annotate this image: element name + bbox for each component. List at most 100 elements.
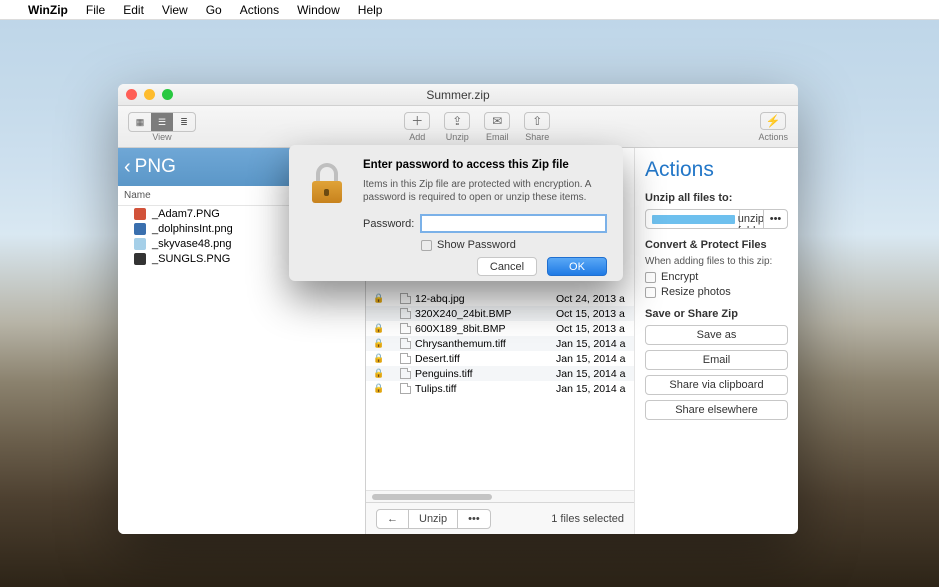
lock-icon: 🔒 [372, 323, 386, 334]
unzip-button[interactable]: ← Unzip ••• [376, 509, 491, 529]
toolbar-share[interactable]: ⇧ Share [524, 112, 550, 142]
share-elsewhere-label: Share elsewhere [675, 404, 758, 416]
window-controls [126, 89, 173, 100]
menu-file[interactable]: File [86, 3, 105, 17]
more-icon[interactable]: ••• [763, 210, 787, 228]
password-dialog: Enter password to access this Zip file I… [289, 145, 623, 281]
folder-icon [652, 215, 735, 224]
share-clipboard-label: Share via clipboard [669, 379, 763, 391]
toolbar-email[interactable]: ✉ Email [484, 112, 510, 142]
menu-view[interactable]: View [162, 3, 188, 17]
email-button[interactable]: Email [645, 350, 788, 370]
view-icon-columns[interactable]: ≣ [173, 113, 195, 132]
table-row[interactable]: 🔒600X189_8bit.BMPOct 15, 2013 a [366, 321, 634, 336]
file-name: 600X189_8bit.BMP [415, 323, 556, 335]
table-row[interactable]: 🔒12-abq.jpgOct 24, 2013 a [366, 291, 634, 306]
toolbar-unzip-label: Unzip [446, 132, 469, 142]
toolbar-actions[interactable]: ⚡ Actions [758, 112, 788, 142]
horizontal-scrollbar[interactable] [366, 490, 634, 502]
chevron-left-icon[interactable]: ‹ [124, 156, 131, 179]
view-label: View [152, 132, 171, 142]
toolbar-add-label: Add [409, 132, 425, 142]
unzip-button-label: Unzip [408, 510, 457, 528]
thumbnail-icon [134, 238, 146, 250]
unzip-to-label: Unzip all files to: [645, 192, 788, 204]
file-name: Chrysanthemum.tiff [415, 338, 556, 350]
file-name: Desert.tiff [415, 353, 556, 365]
file-date: Jan 15, 2014 a [556, 368, 634, 380]
lock-icon: 🔒 [372, 368, 386, 379]
bottom-bar: ← Unzip ••• 1 files selected [366, 502, 634, 534]
lightning-icon: ⚡ [760, 112, 786, 130]
plus-icon: ＋ [404, 112, 430, 130]
ok-label: OK [569, 261, 585, 273]
menu-help[interactable]: Help [358, 3, 383, 17]
unzip-folder-button[interactable]: Last unzip folder ••• [645, 209, 788, 229]
view-icon-large[interactable]: ▦ [129, 113, 151, 132]
toolbar-unzip[interactable]: ⇪ Unzip [444, 112, 470, 142]
menu-actions[interactable]: Actions [240, 3, 279, 17]
back-arrow-icon: ← [377, 510, 408, 528]
system-menubar: WinZip File Edit View Go Actions Window … [0, 0, 939, 20]
resize-label: Resize photos [661, 286, 731, 298]
share-clipboard-button[interactable]: Share via clipboard [645, 375, 788, 395]
show-password-checkbox[interactable] [421, 240, 432, 251]
document-icon [400, 368, 411, 379]
toolbar-email-label: Email [486, 132, 509, 142]
dialog-title: Enter password to access this Zip file [363, 159, 607, 171]
list-item-label: _skyvase48.png [152, 238, 232, 250]
actions-pane: Actions Unzip all files to: Last unzip f… [634, 148, 798, 534]
encrypt-checkbox[interactable] [645, 272, 656, 283]
toolbar-add[interactable]: ＋ Add [404, 112, 430, 142]
resize-checkbox[interactable] [645, 287, 656, 298]
file-name: Tulips.tiff [415, 383, 556, 395]
view-icon-list[interactable]: ☰ [151, 113, 173, 132]
menu-edit[interactable]: Edit [123, 3, 144, 17]
menu-go[interactable]: Go [206, 3, 222, 17]
selection-status: 1 files selected [551, 513, 624, 525]
email-icon: ✉ [484, 112, 510, 130]
titlebar[interactable]: Summer.zip [118, 84, 798, 106]
lock-icon: 🔒 [372, 293, 386, 304]
table-row[interactable]: 🔒Tulips.tiffJan 15, 2014 a [366, 381, 634, 396]
document-icon [400, 308, 411, 319]
password-input[interactable] [420, 214, 607, 233]
email-label: Email [703, 354, 731, 366]
convert-hint: When adding files to this zip: [645, 256, 788, 267]
document-icon [400, 293, 411, 304]
breadcrumb-label: PNG [135, 156, 176, 178]
thumbnail-icon [134, 223, 146, 235]
app-name[interactable]: WinZip [28, 3, 68, 17]
table-row[interactable]: 🔒 Desert.tiffJan 15, 2014 a [366, 351, 634, 366]
save-as-button[interactable]: Save as [645, 325, 788, 345]
share-elsewhere-button[interactable]: Share elsewhere [645, 400, 788, 420]
file-name: Penguins.tiff [415, 368, 556, 380]
document-icon [400, 383, 411, 394]
cancel-label: Cancel [490, 261, 524, 273]
menu-window[interactable]: Window [297, 3, 340, 17]
file-date: Oct 15, 2013 a [556, 308, 634, 320]
table-row[interactable]: 🔒 Penguins.tiffJan 15, 2014 a [366, 366, 634, 381]
save-as-label: Save as [697, 329, 737, 341]
convert-protect-label: Convert & Protect Files [645, 239, 788, 251]
table-row[interactable]: 🔒Chrysanthemum.tiffJan 15, 2014 a [366, 336, 634, 351]
thumbnail-icon [134, 208, 146, 220]
file-name: 12-abq.jpg [415, 293, 556, 305]
cancel-button[interactable]: Cancel [477, 257, 537, 276]
show-password-label: Show Password [437, 239, 516, 251]
view-toggle[interactable]: ▦ ☰ ≣ [128, 112, 196, 132]
document-icon [400, 338, 411, 349]
zoom-button[interactable] [162, 89, 173, 100]
minimize-button[interactable] [144, 89, 155, 100]
ok-button[interactable]: OK [547, 257, 607, 276]
table-row[interactable]: 320X240_24bit.BMPOct 15, 2013 a [366, 306, 634, 321]
window-title: Summer.zip [426, 88, 489, 102]
lock-icon: 🔒 [372, 353, 386, 364]
lock-icon: 🔒 [372, 338, 386, 349]
share-icon: ⇧ [524, 112, 550, 130]
encrypt-label: Encrypt [661, 271, 698, 283]
close-button[interactable] [126, 89, 137, 100]
more-icon[interactable]: ••• [457, 510, 490, 528]
actions-heading: Actions [645, 158, 788, 182]
file-date: Jan 15, 2014 a [556, 353, 634, 365]
